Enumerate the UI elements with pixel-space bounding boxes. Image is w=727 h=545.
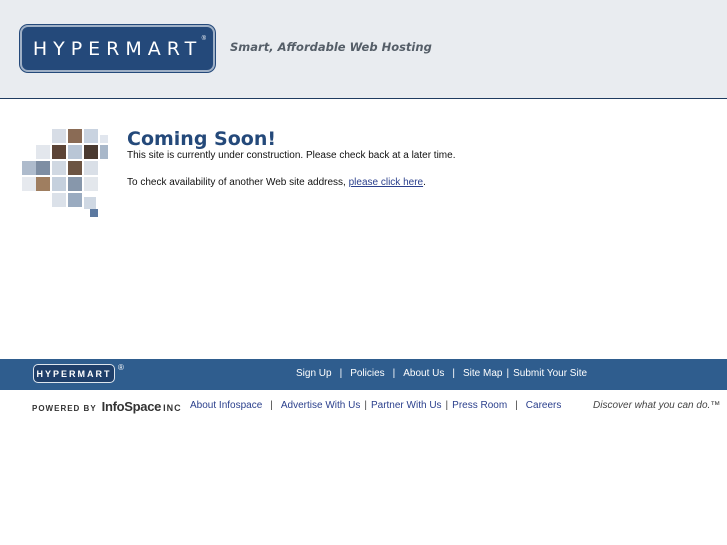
separator: | (270, 400, 273, 411)
separator: | (392, 368, 396, 379)
slogan: Discover what you can do.™ (593, 400, 721, 411)
construction-message: This site is currently under constructio… (127, 150, 456, 161)
corp-link-advertise-with-us[interactable]: Advertise With Us (281, 400, 360, 411)
logo-text: HYPERMART (32, 37, 203, 60)
corporate-links: About Infospace | Advertise With Us | Partne… (190, 400, 561, 411)
separator: | (515, 400, 518, 411)
page-title: Coming Soon! (127, 128, 277, 150)
corp-link-partner-with-us[interactable]: Partner With Us (371, 400, 442, 411)
corp-link-about-infospace[interactable]: About Infospace (190, 400, 262, 411)
availability-prefix: To check availability of another Web sit… (127, 177, 349, 188)
footer-link-policies[interactable]: Policies (350, 368, 384, 379)
collage-tiles (22, 129, 108, 217)
footer-registered-mark: ® (118, 363, 124, 372)
corp-link-press-room[interactable]: Press Room (452, 400, 507, 411)
footer-link-submit-your-site[interactable]: Submit Your Site (513, 368, 587, 379)
corp-link-careers[interactable]: Careers (526, 400, 562, 411)
photo-collage-graphic (22, 129, 108, 217)
tagline: Smart, Affordable Web Hosting (230, 40, 432, 54)
logo-registered-mark: ® (201, 36, 206, 42)
availability-message: To check availability of another Web sit… (127, 177, 426, 188)
powered-by-label: POWERED BY (32, 404, 97, 413)
infospace-brand: InfoSpace (101, 399, 162, 414)
footer-hypermart-logo[interactable]: HYPERMART (33, 364, 115, 383)
separator: | (364, 400, 367, 411)
site-header: HYPERMART ® Smart, Affordable Web Hostin… (0, 0, 727, 99)
footer-link-site-map[interactable]: Site Map (463, 368, 502, 379)
separator: | (339, 368, 343, 379)
footer-nav: Sign Up | Policies | About Us | Site Map | Submi… (296, 368, 587, 379)
separator: | (506, 368, 510, 379)
powered-by-infospace[interactable]: POWERED BY InfoSpace INC (32, 399, 182, 414)
separator: | (445, 400, 449, 411)
availability-suffix: . (423, 177, 426, 188)
hypermart-logo[interactable]: HYPERMART ® (20, 25, 215, 72)
infospace-inc: INC (163, 403, 182, 413)
footer-link-sign-up[interactable]: Sign Up (296, 368, 332, 379)
footer-link-about-us[interactable]: About Us (403, 368, 444, 379)
separator: | (452, 368, 456, 379)
please-click-here-link[interactable]: please click here (349, 177, 423, 188)
